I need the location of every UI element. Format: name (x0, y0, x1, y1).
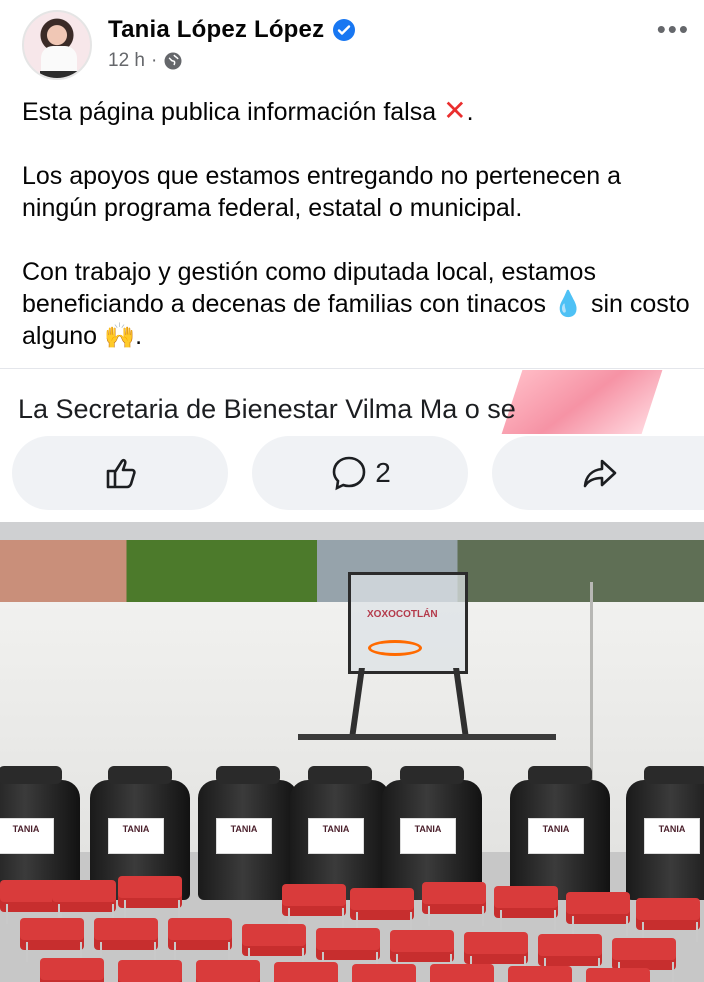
comment-bubble-icon (332, 456, 366, 491)
basketball-backboard: XOXOCOTLÁN (348, 572, 468, 674)
hoop-frame (298, 734, 556, 750)
backboard-logo-text: XOXOCOTLÁN (367, 609, 438, 620)
post-header: Tania López López 12 h · ••• (0, 0, 704, 90)
chair (352, 964, 416, 982)
post-paragraph-3: Con trabajo y gestión como diputada loca… (22, 258, 697, 350)
share-button[interactable] (492, 436, 704, 510)
chair (274, 962, 338, 982)
chair (636, 898, 700, 942)
meta-separator: · (150, 50, 158, 71)
chair (494, 886, 558, 930)
chair (586, 968, 650, 982)
chair (566, 892, 630, 936)
author-avatar[interactable] (22, 10, 92, 80)
post-meta: 12 h · (108, 50, 183, 72)
chair (422, 882, 486, 926)
more-options-button[interactable]: ••• (657, 14, 690, 45)
photo-top-border (0, 522, 704, 540)
post-time[interactable]: 12 h (108, 50, 145, 72)
chair (538, 934, 602, 978)
like-button[interactable] (12, 436, 228, 510)
share-arrow-icon (583, 459, 617, 488)
chair (40, 958, 104, 980)
chair (196, 960, 260, 982)
author-name-row: Tania López López (108, 16, 356, 44)
basketball-hoop (368, 640, 422, 656)
chair (508, 966, 572, 982)
post-actions: 2 (0, 436, 704, 510)
post-photo[interactable]: XOXOCOTLÁN TANIA TANIA TANIA TANIA TANIA… (0, 522, 704, 982)
chair (118, 960, 182, 982)
author-name[interactable]: Tania López López (108, 16, 324, 44)
chair (464, 932, 528, 976)
thumbs-up-icon (106, 458, 136, 489)
chair (20, 918, 84, 962)
chair (282, 884, 346, 928)
post-body: Esta página publica información falsa ✕.… (22, 95, 692, 384)
content-divider (0, 368, 704, 369)
chair (52, 880, 116, 924)
comment-button[interactable]: 2 (252, 436, 468, 510)
verified-badge-icon (333, 19, 356, 41)
facebook-post: Tania López López 12 h · ••• Esta página… (0, 0, 704, 522)
chair (390, 930, 454, 974)
chair (430, 964, 494, 982)
chair (168, 918, 232, 962)
chair (94, 918, 158, 962)
red-x-icon: ✕ (443, 95, 467, 126)
shared-post-preview[interactable]: La Secretaria de Bienestar Vilma Ma o se (18, 394, 704, 436)
chair (316, 928, 380, 972)
red-chairs (0, 872, 704, 982)
chair (350, 888, 414, 932)
chair (242, 924, 306, 968)
post-paragraph-1: Esta página publica información falsa ✕. (22, 95, 474, 126)
comment-count: 2 (375, 457, 391, 488)
post-paragraph-2: Los apoyos que estamos entregando no per… (22, 162, 629, 222)
public-globe-icon (164, 52, 182, 70)
chair (118, 876, 182, 920)
chair (612, 938, 676, 982)
